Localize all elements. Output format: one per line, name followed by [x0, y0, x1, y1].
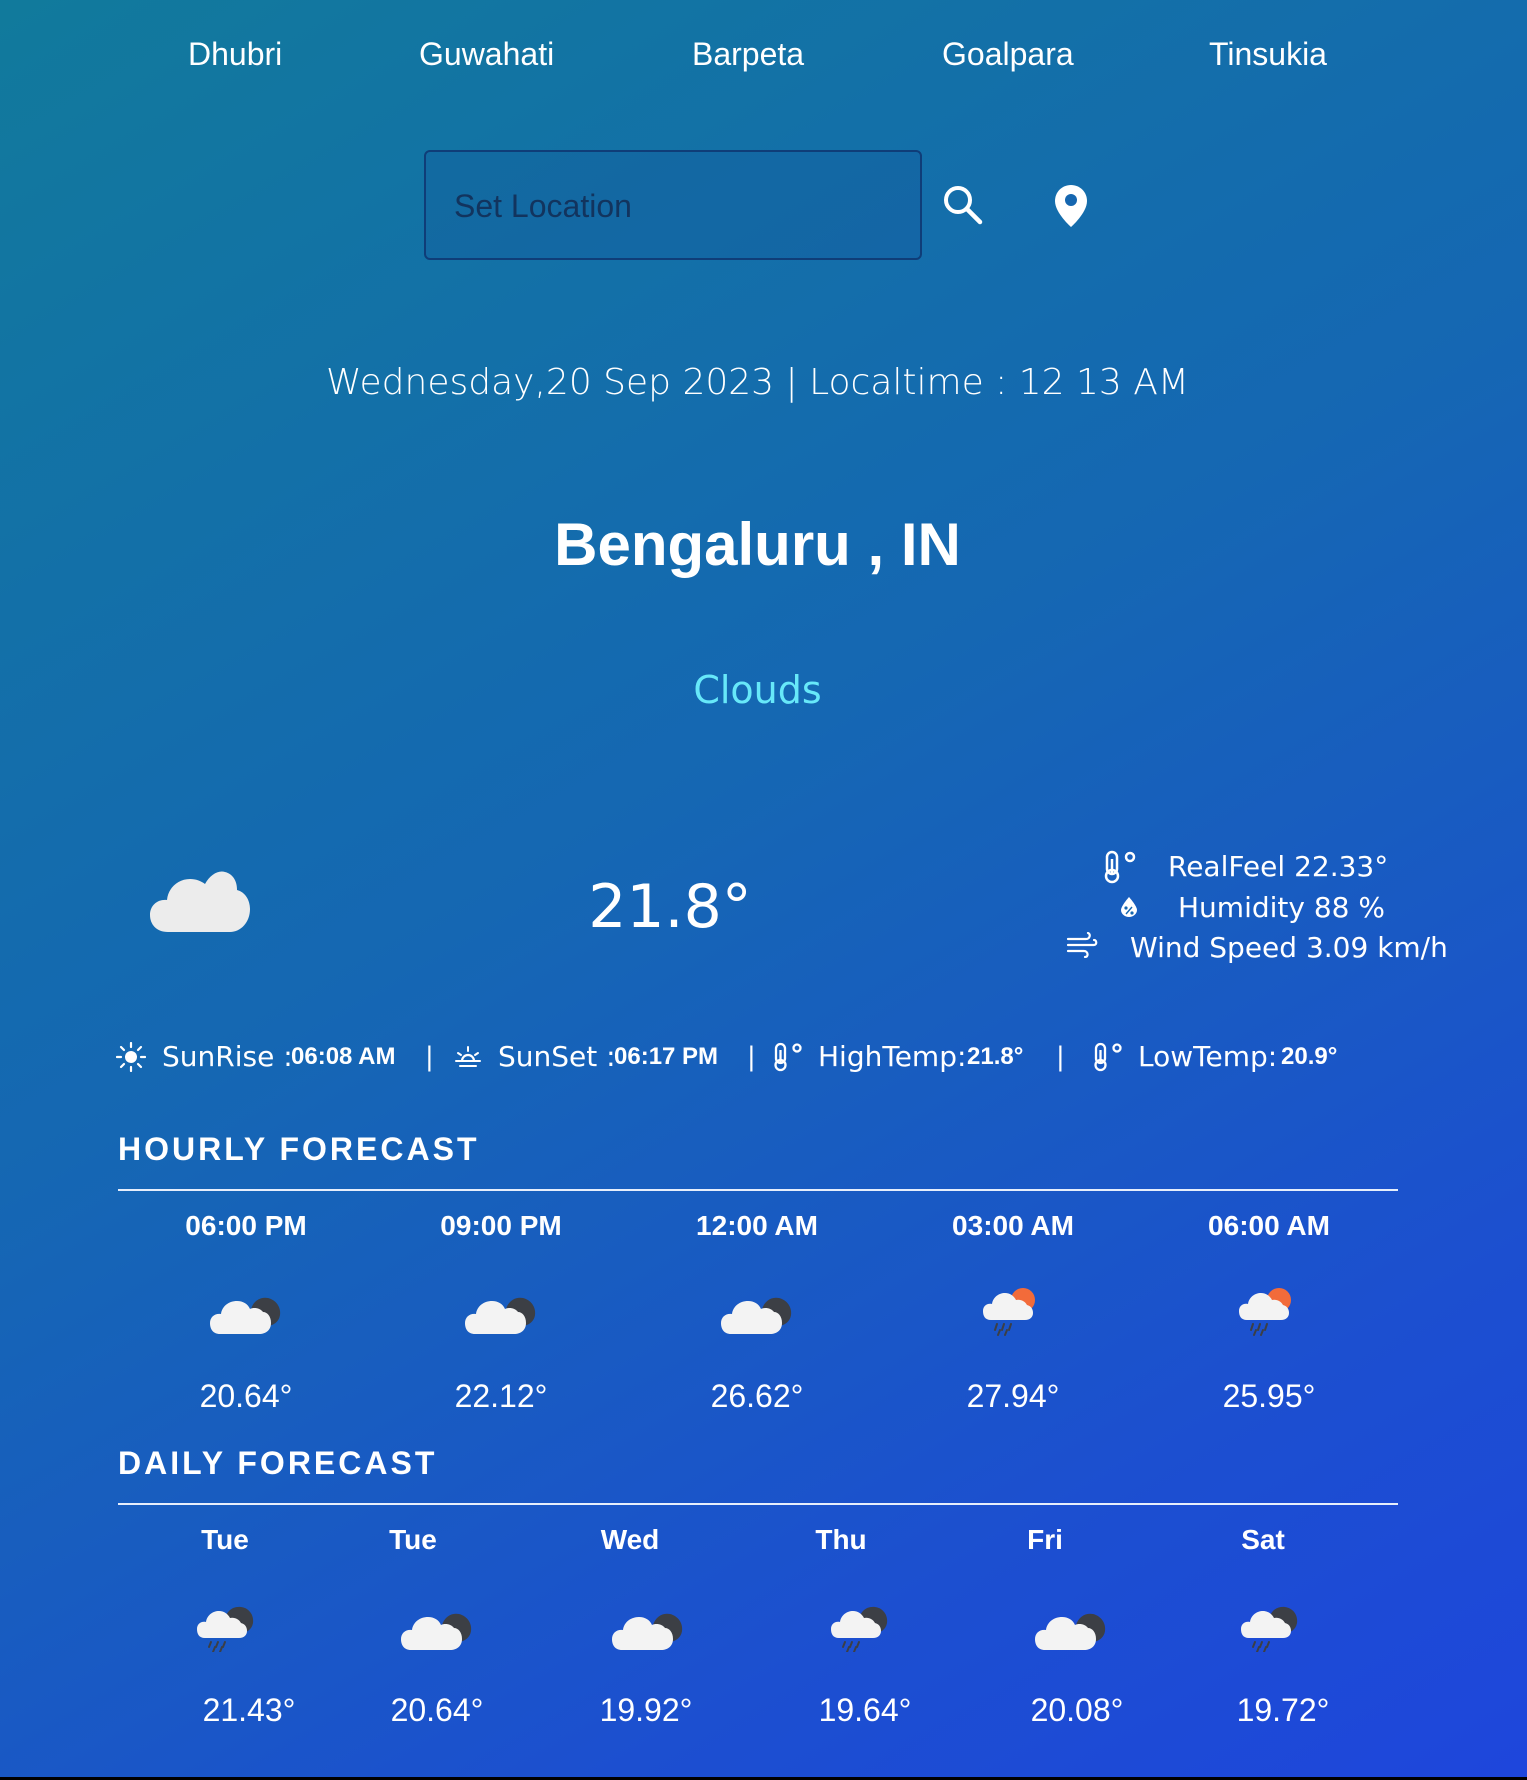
daily-temp: 19.64° — [818, 1692, 912, 1728]
wind-speed-value: Wind Speed 3.09 km/h — [1130, 931, 1448, 964]
cloud-icon — [150, 870, 250, 938]
hightemp-label: HighTemp: — [818, 1040, 967, 1073]
search-box — [424, 150, 922, 260]
hourly-item: 12:00 AM 26.62° — [677, 1210, 837, 1420]
separator: | — [425, 1042, 434, 1072]
hourly-temp: 20.64° — [199, 1378, 293, 1414]
cloudy-night-icon — [1035, 1606, 1107, 1656]
hourly-item: 06:00 AM 25.95° — [1189, 1210, 1349, 1420]
daily-day: Tue — [201, 1524, 249, 1555]
daily-forecast-title: DAILY FORECAST — [118, 1445, 438, 1481]
separator: | — [1056, 1042, 1065, 1072]
lowtemp-label: LowTemp: — [1138, 1040, 1278, 1073]
search-icon[interactable] — [942, 184, 984, 230]
daily-day: Sat — [1241, 1524, 1285, 1555]
weather-condition: Clouds — [693, 668, 822, 712]
local-datetime: Wednesday,20 Sep 2023 | Localtime : 12 1… — [326, 362, 1189, 403]
rain-sun-icon — [1239, 1286, 1299, 1340]
weather-app: Dhubri Guwahati Barpeta Goalpara Tinsuki… — [0, 0, 1527, 1777]
cloudy-night-icon — [401, 1606, 473, 1656]
daily-day: Tue — [389, 1524, 437, 1555]
hourly-time: 06:00 AM — [1208, 1210, 1330, 1241]
daily-item: Wed 19.92° — [555, 1524, 705, 1734]
hourly-time: 09:00 PM — [440, 1210, 562, 1241]
search-input[interactable] — [452, 152, 896, 260]
daily-temp: 20.64° — [390, 1692, 484, 1728]
cloudy-night-icon — [210, 1290, 282, 1340]
current-temperature: 21.8° — [588, 872, 752, 942]
rain-night-icon — [831, 1602, 891, 1656]
rain-night-icon — [1241, 1602, 1301, 1656]
daily-item: Tue 21.43° — [150, 1524, 300, 1734]
sunrise-value: 06:08 AM — [291, 1043, 396, 1070]
daily-item: Fri 20.08° — [970, 1524, 1123, 1734]
sun-icon — [115, 1041, 147, 1079]
sun-temp-row: SunRise : 06:08 AM | SunSet : 06:17 PM | — [115, 1040, 1416, 1080]
city-link-tinsukia[interactable]: Tinsukia — [1209, 36, 1327, 73]
rain-night-icon — [197, 1602, 257, 1656]
hourly-temp: 26.62° — [710, 1378, 804, 1414]
cloudy-night-icon — [612, 1606, 684, 1656]
city-link-dhubri[interactable]: Dhubri — [188, 36, 282, 73]
daily-item: Sat 19.72° — [1188, 1524, 1338, 1734]
hourly-item: 03:00 AM 27.94° — [933, 1210, 1093, 1420]
daily-temp: 20.08° — [1030, 1692, 1124, 1728]
sunrise-label: SunRise : — [162, 1040, 293, 1073]
daily-day: Wed — [600, 1524, 660, 1555]
hourly-temp: 22.12° — [454, 1378, 548, 1414]
hourly-time: 12:00 AM — [696, 1210, 818, 1241]
separator: | — [747, 1042, 756, 1072]
humidity-icon — [1120, 896, 1138, 922]
daily-temp: 19.92° — [599, 1692, 693, 1728]
hourly-temp: 25.95° — [1222, 1378, 1316, 1414]
thermometer-icon — [1102, 850, 1138, 888]
sunset-value: 06:17 PM — [614, 1043, 719, 1070]
cloudy-night-icon — [465, 1290, 537, 1340]
sunset-label: SunSet : — [498, 1040, 616, 1073]
lowtemp-value: 20.9° — [1281, 1043, 1338, 1070]
city-link-goalpara[interactable]: Goalpara — [942, 36, 1074, 73]
hourly-time: 03:00 AM — [952, 1210, 1074, 1241]
realfeel-value: RealFeel 22.33° — [1168, 850, 1389, 883]
daily-temp: 21.43° — [202, 1692, 296, 1728]
divider — [118, 1503, 1398, 1505]
humidity-value: Humidity 88 % — [1178, 891, 1385, 924]
wind-icon — [1066, 931, 1098, 962]
daily-item: Tue 20.64° — [338, 1524, 488, 1734]
rain-sun-icon — [983, 1286, 1043, 1340]
daily-temp: 19.72° — [1236, 1692, 1330, 1728]
city-link-guwahati[interactable]: Guwahati — [419, 36, 554, 73]
hourly-item: 06:00 PM 20.64° — [166, 1210, 326, 1420]
hourly-temp: 27.94° — [966, 1378, 1060, 1414]
daily-day: Thu — [815, 1524, 867, 1555]
hourly-forecast-title: HOURLY FORECAST — [118, 1131, 480, 1167]
sunset-icon — [454, 1044, 482, 1077]
location-pin-icon[interactable] — [1054, 184, 1088, 232]
hourly-time: 06:00 PM — [185, 1210, 307, 1241]
city-title: Bengaluru , IN — [554, 511, 961, 578]
daily-item: Thu 19.64° — [766, 1524, 916, 1734]
city-nav: Dhubri Guwahati Barpeta Goalpara Tinsuki… — [0, 36, 1527, 86]
thermometer-icon — [1092, 1042, 1124, 1079]
divider — [118, 1189, 1398, 1191]
hourly-item: 09:00 PM 22.12° — [421, 1210, 581, 1420]
thermometer-icon — [772, 1042, 804, 1079]
daily-day: Fri — [1027, 1524, 1063, 1555]
cloudy-night-icon — [721, 1290, 793, 1340]
city-link-barpeta[interactable]: Barpeta — [692, 36, 804, 73]
hightemp-value: 21.8° — [967, 1043, 1024, 1070]
